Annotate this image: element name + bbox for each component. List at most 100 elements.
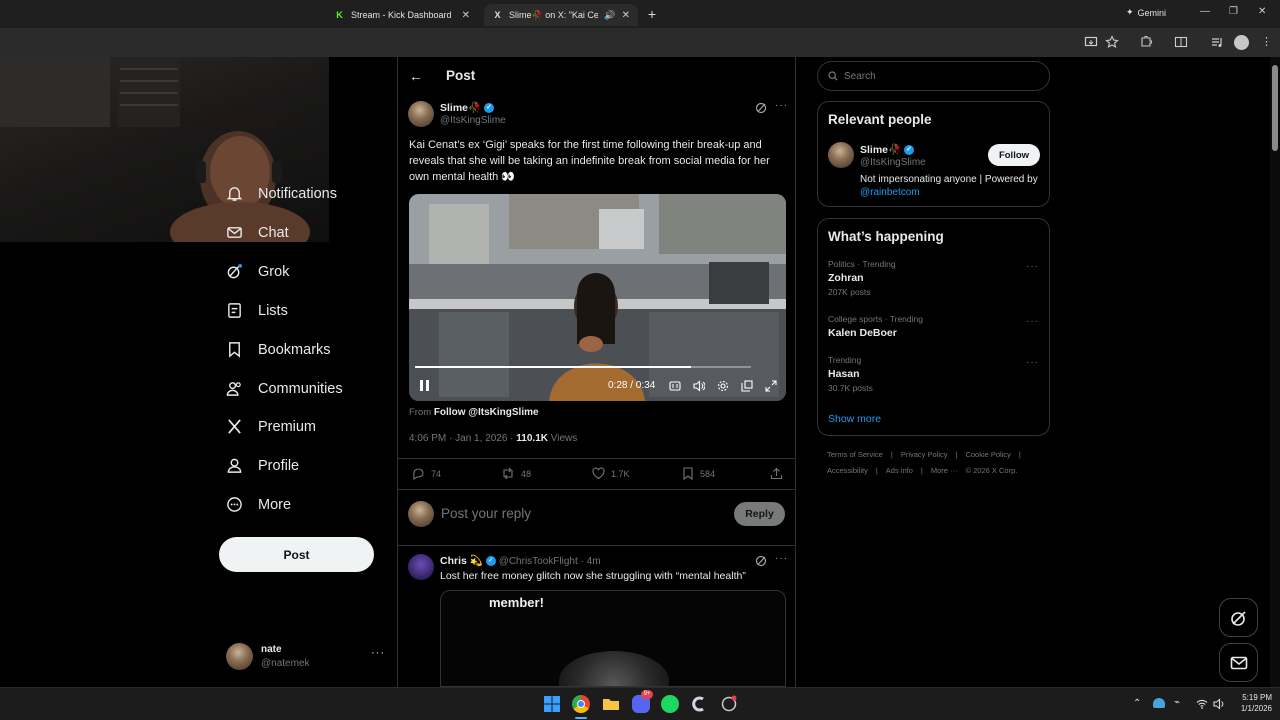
- page-scrollbar[interactable]: [1270, 57, 1280, 687]
- speaker-icon[interactable]: 🔊: [604, 10, 615, 21]
- extensions-icon[interactable]: [1139, 35, 1153, 49]
- people-icon: [226, 382, 241, 396]
- share-icon[interactable]: [770, 467, 783, 480]
- account-menu-icon[interactable]: ···: [371, 647, 385, 659]
- reply-author[interactable]: Chris 💫 ✓ @ChrisTookFlight · 4m: [440, 554, 601, 567]
- show-more-link[interactable]: Show more: [828, 413, 881, 425]
- grok-floating-button[interactable]: [1219, 598, 1258, 637]
- bookmark-star-icon[interactable]: [1105, 35, 1119, 49]
- trend-item[interactable]: Trending Hasan 30.7K posts: [828, 355, 873, 393]
- footer-link[interactable]: Terms of Service: [827, 450, 883, 459]
- media-control-icon[interactable]: [1210, 35, 1224, 49]
- spotify-icon[interactable]: [661, 695, 679, 713]
- grok-explain-icon[interactable]: [755, 102, 767, 114]
- browser-tab-strip: K Stream - Kick Dashboard ✕ X Slime🥀 on …: [0, 0, 1280, 28]
- reply-input[interactable]: Post your reply: [441, 506, 531, 521]
- post-author[interactable]: Slime🥀 ✓: [440, 101, 495, 114]
- clock[interactable]: 5:19 PM 1/1/2026: [1232, 692, 1272, 714]
- pause-icon[interactable]: [420, 380, 430, 391]
- nav-communities[interactable]: Communities: [226, 380, 343, 397]
- trend-more-icon[interactable]: ···: [1026, 261, 1039, 272]
- settings-icon[interactable]: [717, 380, 729, 392]
- author-name: Slime🥀: [440, 102, 482, 114]
- account-switcher[interactable]: nate @natemek ···: [226, 643, 386, 673]
- author-handle[interactable]: @ItsKingSlime: [440, 115, 506, 126]
- browser-menu-icon[interactable]: ⋮: [1261, 35, 1272, 48]
- follow-button[interactable]: Follow: [988, 144, 1040, 166]
- nav-label: Premium: [258, 418, 317, 435]
- bio-link[interactable]: @rainbetcom: [860, 187, 920, 198]
- restore-button[interactable]: ❐: [1229, 6, 1238, 17]
- avatar[interactable]: [408, 554, 434, 580]
- reply-count: 74: [431, 468, 442, 479]
- scrollbar-thumb[interactable]: [1272, 65, 1278, 151]
- discord-icon[interactable]: 9+: [632, 690, 653, 713]
- minimize-button[interactable]: —: [1200, 6, 1210, 17]
- app-c-icon[interactable]: [690, 695, 708, 713]
- x-favicon-icon: X: [494, 10, 501, 20]
- windows-start-icon[interactable]: [543, 695, 561, 713]
- gemini-button[interactable]: ✦ Gemini: [1126, 7, 1166, 18]
- messages-floating-button[interactable]: [1219, 643, 1258, 682]
- reading-mode-icon[interactable]: [1174, 35, 1188, 49]
- back-arrow-icon[interactable]: ←: [409, 68, 423, 84]
- nav-chat[interactable]: Chat: [226, 224, 289, 241]
- pip-icon[interactable]: [741, 380, 753, 392]
- onedrive-icon[interactable]: [1153, 698, 1165, 708]
- nav-premium[interactable]: Premium: [226, 418, 316, 435]
- like-action[interactable]: 1.7K: [592, 467, 630, 480]
- video-progress-fill: [415, 366, 691, 368]
- fullscreen-icon[interactable]: [765, 380, 777, 392]
- app-circle-icon[interactable]: [720, 695, 738, 713]
- close-tab-icon[interactable]: ✕: [462, 10, 470, 21]
- reply-action[interactable]: 74: [412, 467, 441, 480]
- post-button[interactable]: Post: [219, 537, 374, 572]
- video-progress-track[interactable]: [415, 366, 751, 368]
- file-explorer-icon[interactable]: [602, 695, 620, 713]
- nav-grok[interactable]: Grok: [226, 263, 289, 280]
- footer-link[interactable]: More ···: [931, 466, 958, 475]
- reply-media[interactable]: member!: [440, 590, 786, 687]
- profile-avatar[interactable]: [1234, 35, 1249, 50]
- post-timestamp[interactable]: 4:06 PM · Jan 1, 2026 ·: [409, 433, 514, 444]
- footer-link[interactable]: Ads info: [886, 466, 913, 475]
- close-window-button[interactable]: ✕: [1258, 6, 1266, 17]
- captions-icon[interactable]: [669, 380, 681, 392]
- person-name[interactable]: Slime🥀 ✓: [860, 143, 915, 156]
- follow-source-link[interactable]: Follow @ItsKingSlime: [434, 407, 539, 418]
- avatar[interactable]: [408, 101, 434, 127]
- footer-link[interactable]: Cookie Policy: [965, 450, 1010, 459]
- nav-bookmarks[interactable]: Bookmarks: [226, 341, 331, 358]
- bookmark-action[interactable]: 584: [682, 467, 715, 480]
- grok-explain-icon[interactable]: [755, 555, 767, 567]
- repost-action[interactable]: 48: [501, 467, 531, 480]
- tray-expand-icon[interactable]: ⌃: [1133, 698, 1141, 709]
- trend-more-icon[interactable]: ···: [1026, 357, 1039, 368]
- wifi-icon[interactable]: [1196, 698, 1208, 710]
- close-tab-icon[interactable]: ✕: [622, 10, 630, 21]
- reply-button[interactable]: Reply: [734, 502, 785, 526]
- chrome-icon[interactable]: [572, 695, 590, 713]
- volume-icon[interactable]: [693, 380, 705, 392]
- volume-tray-icon[interactable]: [1213, 698, 1225, 710]
- trend-more-icon[interactable]: ···: [1026, 316, 1039, 327]
- trend-item[interactable]: College sports · Trending Kalen DeBoer: [828, 314, 923, 339]
- video-player[interactable]: 0:28 / 0:34: [409, 194, 786, 401]
- search-input[interactable]: Search: [817, 61, 1050, 91]
- footer-link[interactable]: Privacy Policy: [901, 450, 948, 459]
- footer-link[interactable]: Accessibility: [827, 466, 868, 475]
- post-more-icon[interactable]: ···: [775, 553, 788, 564]
- avatar[interactable]: [828, 142, 854, 168]
- heart-icon: [592, 467, 605, 480]
- nav-lists[interactable]: Lists: [226, 302, 288, 319]
- network-tray-icon[interactable]: ⌁: [1174, 697, 1180, 708]
- nav-more[interactable]: More: [226, 496, 291, 513]
- tab-kick-dashboard[interactable]: K Stream - Kick Dashboard ✕: [326, 4, 478, 26]
- nav-profile[interactable]: Profile: [226, 457, 299, 474]
- nav-notifications[interactable]: Notifications: [226, 185, 337, 202]
- trend-item[interactable]: Politics · Trending Zohran 207K posts: [828, 259, 896, 297]
- post-more-icon[interactable]: ···: [775, 100, 788, 111]
- new-tab-button[interactable]: +: [644, 6, 660, 22]
- tab-x-post[interactable]: X Slime🥀 on X: "Kai Cenat's 🔊 ✕: [484, 4, 638, 26]
- install-app-icon[interactable]: [1084, 35, 1098, 49]
